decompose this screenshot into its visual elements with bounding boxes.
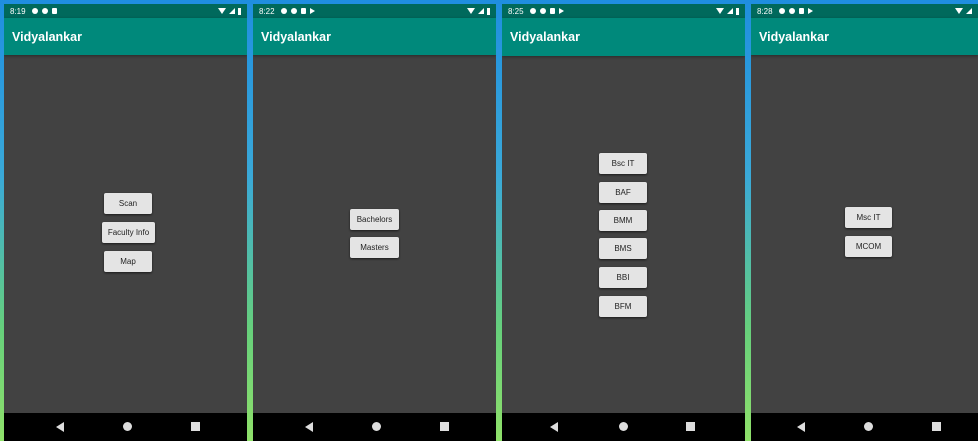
gear-icon [280,8,287,14]
sd-card-icon [798,8,804,14]
back-icon[interactable] [56,422,64,432]
home-icon[interactable] [619,422,628,431]
msc-it-button[interactable]: Msc IT [845,207,892,228]
bbi-button[interactable]: BBI [599,267,647,288]
wifi-icon [716,8,724,14]
app-bar: Vidyalankar [4,18,247,55]
nav-bar [502,413,745,441]
gear-icon [41,8,48,14]
gear-icon [529,8,536,14]
signal-icon [229,8,235,14]
shield-icon [788,8,795,14]
nav-bar [4,413,247,441]
battery-icon [487,7,490,15]
recents-icon[interactable] [440,422,449,431]
gear-icon [778,8,785,14]
bfm-button[interactable]: BFM [599,296,647,317]
status-bar: 8:19 [4,4,247,18]
home-icon[interactable] [372,422,381,431]
signal-icon [966,8,972,14]
faculty-info-button[interactable]: Faculty Info [102,222,155,243]
masters-button[interactable]: Masters [350,237,399,258]
sd-card-icon [51,8,57,14]
signal-icon [478,8,484,14]
battery-icon [736,7,739,15]
home-icon[interactable] [864,422,873,431]
sd-card-icon [549,8,555,14]
app-bar: Vidyalankar [502,18,745,56]
phone-screen-home: 8:19 Vidyalankar Scan Faculty Info Map [4,4,247,441]
map-button[interactable]: Map [104,251,152,272]
recents-icon[interactable] [932,422,941,431]
phone-screen-bachelors: 8:25 Vidyalankar Bsc IT BAF BMM BMS BBI … [502,4,745,441]
wifi-icon [218,8,226,14]
nav-bar [751,413,978,441]
app-bar: Vidyalankar [751,18,978,55]
phone-screen-masters: 8:28 Vidyalankar Msc IT MCOM [751,4,978,441]
signal-icon [727,8,733,14]
bsc-it-button[interactable]: Bsc IT [599,153,647,174]
nav-bar [253,413,496,441]
app-title: Vidyalankar [261,29,331,44]
back-icon[interactable] [305,422,313,432]
wifi-icon [467,8,475,14]
status-time: 8:28 [757,6,773,16]
recents-icon[interactable] [686,422,695,431]
status-bar: 8:22 [253,4,496,18]
back-icon[interactable] [797,422,805,432]
mcom-button[interactable]: MCOM [845,236,892,257]
recents-icon[interactable] [191,422,200,431]
shield-icon [31,8,38,14]
shield-icon [290,8,297,14]
phone-screen-programs: 8:22 Vidyalankar Bachelors Masters [253,4,496,441]
bachelors-button[interactable]: Bachelors [350,209,399,230]
app-bar: Vidyalankar [253,18,496,55]
status-time: 8:25 [508,6,524,16]
shield-icon [539,8,546,14]
battery-icon [238,7,241,15]
baf-button[interactable]: BAF [599,182,647,203]
scan-button[interactable]: Scan [104,193,152,214]
status-time: 8:22 [259,6,275,16]
play-icon [807,8,813,14]
app-title: Vidyalankar [759,29,829,44]
home-icon[interactable] [123,422,132,431]
sd-card-icon [300,8,306,14]
wifi-icon [955,8,963,14]
play-icon [558,8,564,14]
app-title: Vidyalankar [510,30,580,44]
status-time: 8:19 [10,6,26,16]
app-title: Vidyalankar [12,29,82,44]
play-icon [309,8,315,14]
bms-button[interactable]: BMS [599,238,647,259]
status-bar: 8:28 [751,4,978,18]
back-icon[interactable] [550,422,558,432]
status-bar: 8:25 [502,4,745,18]
bmm-button[interactable]: BMM [599,210,647,231]
